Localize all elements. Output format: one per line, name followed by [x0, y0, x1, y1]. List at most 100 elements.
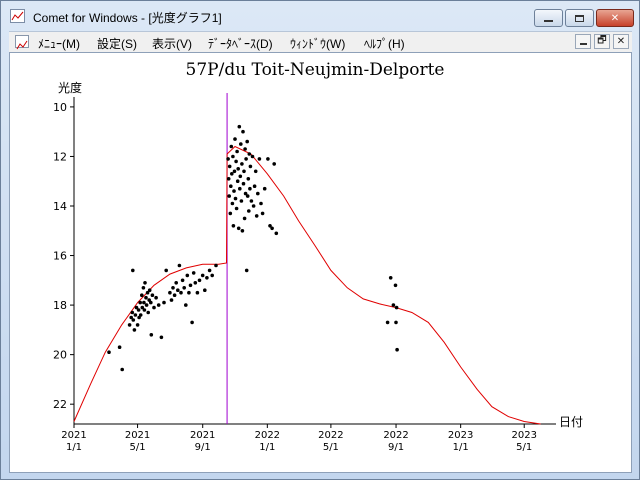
close-icon: ✕ — [610, 12, 620, 24]
observation-point — [231, 224, 236, 228]
observation-point — [131, 318, 136, 322]
x-tick-date: 9/1 — [195, 442, 211, 453]
observation-point — [107, 350, 111, 355]
observation-point — [256, 191, 260, 196]
x-tick-year: 2022 — [255, 430, 280, 441]
observation-point — [193, 281, 198, 285]
x-tick-year: 2022 — [383, 430, 408, 441]
mdi-restore-button[interactable]: 🗗 — [594, 34, 610, 49]
observation-point — [200, 273, 205, 278]
document-chart-icon[interactable] — [15, 35, 29, 50]
observation-point — [232, 189, 236, 193]
observation-point — [391, 303, 396, 307]
light-curve-chart: 57P/du Toit-Neujmin-Delporte 光度 日付 10121… — [53, 60, 583, 453]
observation-point — [229, 144, 234, 149]
menu-help[interactable]: ﾍﾙﾌﾟ(H) — [364, 35, 405, 52]
observation-point — [182, 286, 186, 290]
observation-point — [253, 169, 258, 174]
observation-point — [262, 186, 267, 191]
y-tick-label: 12 — [53, 150, 67, 163]
axes — [73, 97, 556, 425]
menu-database[interactable]: ﾃﾞｰﾀﾍﾞｰｽ(D) — [208, 35, 273, 52]
observation-point — [142, 300, 146, 305]
observation-point — [169, 298, 174, 302]
x-tick-date: 9/1 — [388, 442, 404, 453]
observation-point — [141, 286, 146, 290]
observation-point — [251, 204, 256, 208]
app-chart-icon[interactable] — [10, 9, 25, 23]
observation-point — [238, 186, 242, 191]
maximize-button[interactable] — [565, 9, 594, 27]
observation-point — [135, 323, 140, 327]
y-tick-label: 18 — [53, 299, 67, 312]
observation-point — [274, 231, 279, 236]
x-tick-year: 2022 — [318, 430, 343, 441]
observation-point — [130, 310, 135, 315]
y-tick-label: 14 — [53, 200, 67, 213]
x-axis-label: 日付 — [559, 415, 583, 429]
observation-point — [144, 295, 148, 300]
observation-point — [207, 268, 212, 273]
x-tick-year: 2021 — [125, 430, 150, 441]
close-button[interactable]: ✕ — [596, 9, 634, 27]
observation-point — [195, 290, 200, 295]
observation-point — [197, 278, 202, 283]
observation-point — [171, 286, 175, 290]
observation-point — [233, 196, 238, 201]
observation-point — [172, 293, 177, 297]
x-tick-date: 1/1 — [66, 442, 82, 453]
x-tick-year: 2021 — [61, 430, 86, 441]
observation-point — [117, 345, 122, 350]
observation-point — [270, 226, 274, 231]
chart-title: 57P/du Toit-Neujmin-Delporte — [186, 60, 445, 80]
observation-point — [147, 288, 152, 292]
x-tick-date: 5/1 — [516, 442, 532, 453]
observation-point — [239, 199, 244, 203]
menu-settings[interactable]: 設定(S) — [97, 35, 137, 52]
observation-point — [176, 288, 180, 292]
observation-point — [245, 194, 250, 198]
chart-area: 57P/du Toit-Neujmin-Delporte 光度 日付 10 12 1… — [9, 52, 632, 473]
observation-point — [168, 290, 172, 295]
observation-point — [150, 293, 155, 297]
observation-point — [174, 281, 178, 285]
observation-point — [185, 273, 190, 278]
observation-point — [214, 263, 218, 268]
menu-window[interactable]: ｳｨﾝﾄﾞｳ(W) — [290, 35, 345, 52]
observation-point — [237, 124, 242, 129]
observation-point — [132, 328, 137, 332]
observation-point — [177, 263, 182, 268]
observation-point — [252, 184, 257, 188]
observation-point — [235, 149, 239, 154]
observation-point — [159, 335, 164, 340]
observation-point — [272, 162, 277, 166]
observation-point — [242, 216, 247, 221]
observation-point — [227, 194, 231, 198]
y-ticks: 10 12 14 16 18 20 22 — [53, 101, 74, 411]
menu-menu[interactable]: ﾒﾆｭｰ(M) — [38, 35, 80, 52]
observation-point — [203, 288, 207, 292]
observation-point — [248, 186, 252, 191]
observation-point — [249, 199, 254, 203]
menu-view[interactable]: 表示(V) — [152, 35, 192, 52]
minimize-icon — [544, 20, 553, 22]
observation-point — [385, 320, 390, 325]
mdi-close-button[interactable]: ✕ — [613, 34, 629, 49]
y-tick-label: 16 — [53, 250, 67, 263]
x-ticks: 20211/120215/120219/120221/120225/120229… — [61, 424, 537, 453]
observation-point — [127, 323, 132, 327]
observation-point — [260, 211, 265, 216]
y-tick-label: 20 — [53, 349, 67, 362]
observation-point — [239, 142, 243, 146]
observation-point — [254, 214, 259, 218]
observation-point — [231, 154, 235, 159]
mdi-minimize-button[interactable] — [575, 34, 591, 49]
predicted-curve — [73, 145, 541, 425]
observation-point — [230, 201, 235, 206]
minimize-button[interactable] — [534, 9, 563, 27]
x-tick-year: 2023 — [511, 430, 536, 441]
observation-point — [233, 137, 237, 141]
title-bar[interactable]: Comet for Windows - [光度グラフ1] ✕ — [1, 1, 639, 31]
observation-point — [138, 300, 142, 305]
x-tick-date: 5/1 — [323, 442, 339, 453]
